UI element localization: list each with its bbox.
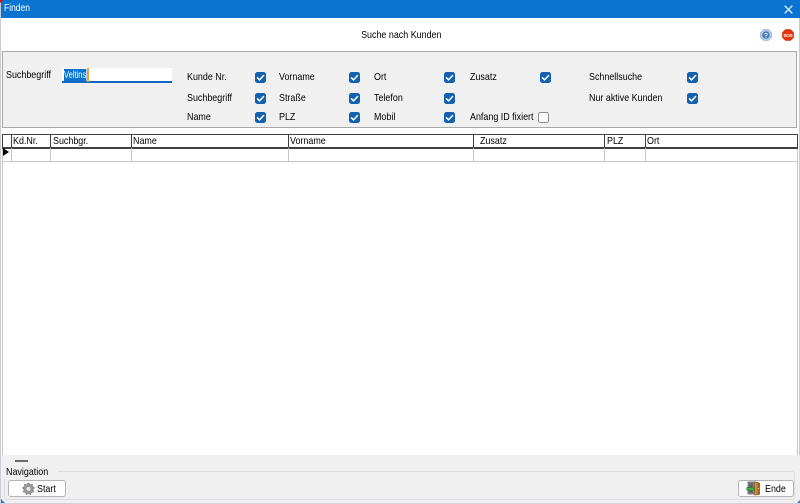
svg-text:SOS: SOS <box>783 33 792 38</box>
svg-text:?: ? <box>764 32 768 39</box>
